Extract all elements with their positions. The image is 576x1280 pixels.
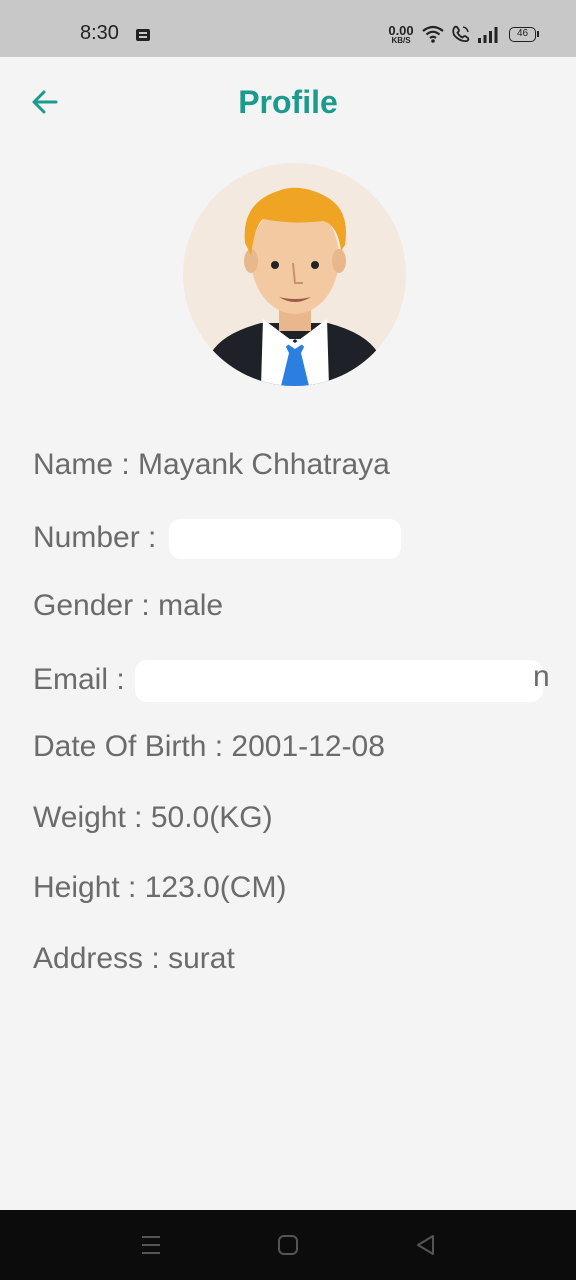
- email-label: Email :: [33, 662, 125, 696]
- height-label: Height :: [33, 871, 137, 904]
- address-row: Address : surat: [33, 942, 553, 1013]
- back-triangle-icon[interactable]: [414, 1233, 438, 1257]
- email-row: Email : n: [33, 659, 553, 731]
- weight-row: Weight : 50.0(KG): [33, 801, 553, 872]
- weight-label: Weight :: [33, 800, 143, 834]
- battery-icon: 46: [509, 27, 539, 42]
- status-time: 8:30: [80, 22, 119, 44]
- gender-label: Gender :: [33, 589, 150, 622]
- page-title: Profile: [238, 84, 338, 120]
- message-icon: [136, 29, 150, 41]
- email-trailing: n: [533, 659, 550, 693]
- number-redacted: [168, 518, 401, 559]
- dob-row: Date Of Birth : 2001-12-08: [33, 730, 553, 801]
- name-value: Mayank Chhatraya: [138, 448, 390, 481]
- status-bar: 8:30 0.00 KB/S 46: [0, 0, 576, 57]
- number-label: Number :: [33, 520, 157, 554]
- home-icon[interactable]: [276, 1233, 300, 1257]
- menu-icon[interactable]: [139, 1233, 163, 1257]
- weight-value: 50.0(KG): [150, 800, 273, 834]
- number-row: Number :: [33, 518, 553, 590]
- gender-value: male: [158, 589, 224, 622]
- call-icon: [452, 25, 470, 43]
- avatar: [183, 163, 406, 386]
- signal-icon: [478, 27, 498, 43]
- gender-row: Gender : male: [33, 589, 553, 660]
- network-speed-unit: KB/S: [391, 36, 411, 45]
- address-label: Address :: [33, 941, 160, 975]
- dob-label: Date Of Birth :: [33, 730, 224, 763]
- battery-level: 46: [516, 28, 529, 39]
- person-avatar-icon: [205, 187, 383, 386]
- system-nav-bar: [0, 1210, 576, 1280]
- height-value: 123.0(CM): [144, 871, 287, 904]
- address-value: surat: [168, 941, 235, 975]
- email-redacted: [135, 659, 544, 702]
- network-speed: 0.00 KB/S: [386, 24, 416, 45]
- profile-details: Name : Mayank Chhatraya Number : Gender …: [33, 448, 553, 1012]
- height-row: Height : 123.0(CM): [33, 871, 553, 942]
- dob-value: 2001-12-08: [231, 730, 385, 763]
- name-label: Name :: [33, 448, 130, 481]
- wifi-icon: [422, 25, 444, 43]
- name-row: Name : Mayank Chhatraya: [33, 448, 553, 519]
